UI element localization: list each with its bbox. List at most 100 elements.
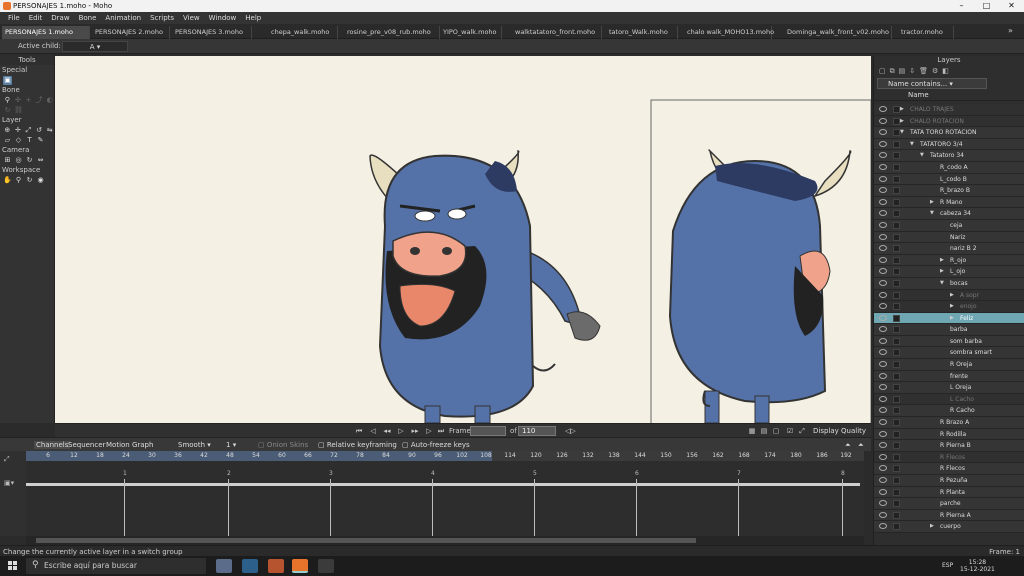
scroll-thumb[interactable] (36, 538, 696, 543)
taskbar-app-icon[interactable] (242, 559, 258, 573)
layer-row[interactable]: ▶ Feliz (874, 312, 1024, 325)
shear-layer-icon[interactable]: ▱ (3, 136, 12, 145)
layer-row[interactable]: ▶ CHALO ROTACION (874, 115, 1024, 128)
tab-document[interactable]: tatoro_Walk.moho (606, 26, 678, 39)
layer-checkbox[interactable] (893, 187, 900, 195)
layer-row[interactable]: R Oreja (874, 359, 1024, 371)
layer-row[interactable]: R Pezuña (874, 475, 1024, 487)
layer-checkbox[interactable] (893, 361, 900, 369)
layer-checkbox[interactable] (893, 453, 900, 461)
set-origin-icon[interactable]: ⊕ (3, 126, 12, 135)
moho-taskbar-icon[interactable] (292, 559, 308, 573)
delete-layer-icon[interactable]: 🗑 (919, 67, 928, 75)
layer-checkbox[interactable] (893, 256, 900, 264)
layer-row[interactable]: R Rodilla (874, 428, 1024, 441)
layer-checkbox[interactable] (893, 303, 900, 311)
layer-checkbox[interactable] (893, 117, 900, 125)
layer-row[interactable]: som barba (874, 335, 1024, 348)
layer-row[interactable]: barba (874, 324, 1024, 336)
visibility-eye-icon[interactable] (879, 245, 887, 252)
expand-triangle-icon[interactable]: ▶ (930, 197, 934, 208)
menu-edit[interactable]: Edit (29, 14, 43, 22)
rotate-layer-icon[interactable]: ↺ (35, 126, 44, 135)
expand-triangle-icon[interactable]: ▶ (950, 313, 954, 324)
layer-row[interactable]: ▶ cuerpo (874, 521, 1024, 533)
layer-checkbox[interactable] (893, 465, 900, 473)
layer-checkbox[interactable] (893, 488, 900, 496)
clock[interactable]: 15:28 15-12-2021 (960, 559, 995, 573)
visibility-eye-icon[interactable] (879, 326, 887, 333)
frame-input[interactable] (470, 426, 506, 436)
menu-scripts[interactable]: Scripts (150, 14, 174, 22)
tab-document[interactable]: rosine_pre_v08_rub.moho (344, 26, 440, 39)
layer-row[interactable]: R Brazo A (874, 417, 1024, 429)
layer-filter-select[interactable]: Name contains... ▾ (877, 78, 987, 89)
expand-triangle-icon[interactable]: ▶ (940, 266, 944, 277)
visibility-eye-icon[interactable] (879, 477, 887, 483)
layer-row[interactable]: ▶ R_ojo (874, 254, 1024, 267)
transform-bone-icon[interactable]: ✣ (14, 96, 23, 105)
perspective-icon[interactable]: ◇ (14, 136, 23, 145)
menu-window[interactable]: Window (209, 14, 237, 22)
loop-icon[interactable]: ◁▷ (565, 426, 576, 436)
menu-bone[interactable]: Bone (79, 14, 97, 22)
layer-row[interactable]: L Cacho (874, 393, 1024, 406)
visibility-eye-icon[interactable] (879, 361, 887, 368)
active-child-select[interactable]: A ▾ (62, 41, 128, 52)
visibility-eye-icon[interactable] (879, 407, 887, 414)
visibility-eye-icon[interactable] (879, 465, 887, 472)
layer-row[interactable]: ▼ bocas (874, 277, 1024, 290)
tab-document[interactable]: walktatatoro_front.moho (512, 26, 602, 39)
visibility-eye-icon[interactable] (879, 279, 887, 286)
translate-layer-icon[interactable]: ✛ (14, 126, 23, 135)
rotate-workspace-icon[interactable]: ↻ (25, 176, 34, 185)
layer-row[interactable]: ▼ Tatatoro 34 (874, 150, 1024, 162)
bind-layer-icon[interactable]: ⛓ (14, 106, 23, 115)
taskbar-app-icon[interactable] (268, 559, 284, 573)
tab-document[interactable]: Dominga_walk_front_v02.moho (784, 26, 892, 39)
timeline-ruler[interactable]: 6 12 18 24 30 36 42 48 54 60 66 72 78 84… (26, 451, 864, 461)
scale-layer-icon[interactable]: ⤢ (24, 126, 33, 135)
visibility-eye-icon[interactable] (879, 175, 887, 182)
tab-channels[interactable]: Channels (34, 441, 71, 449)
text-tool-icon[interactable]: T (25, 136, 34, 145)
visibility-eye-icon[interactable] (879, 221, 887, 228)
layer-checkbox[interactable] (893, 372, 900, 380)
collapse-triangle-icon[interactable]: ▼ (920, 150, 924, 161)
layer-checkbox[interactable] (893, 245, 900, 253)
layer-checkbox[interactable] (893, 477, 900, 484)
tab-sequencer[interactable]: Sequencer (68, 441, 105, 449)
visibility-eye-icon[interactable] (879, 511, 887, 518)
layer-row[interactable]: frente (874, 370, 1024, 383)
close-button[interactable]: ✕ (999, 0, 1024, 12)
layer-checkbox[interactable] (893, 337, 900, 345)
expand-triangle-icon[interactable]: ▶ (900, 104, 904, 115)
layer-properties-icon[interactable]: ◧ (942, 67, 949, 75)
add-bone-icon[interactable]: + (24, 96, 33, 105)
flip-layer-icon[interactable]: ⇋ (45, 126, 54, 135)
visibility-eye-icon[interactable] (879, 152, 887, 159)
interpolation-select[interactable]: Smooth ▾ (178, 441, 211, 449)
timeline-tracks[interactable]: 1 2 3 4 5 6 7 8 (26, 461, 864, 536)
taskbar-search-input[interactable]: Escribe aquí para buscar (26, 558, 206, 574)
maximize-button[interactable]: □ (974, 0, 999, 12)
taskbar-app-icon[interactable] (216, 559, 232, 573)
layout-icon[interactable]: ▤ (759, 426, 769, 436)
menu-view[interactable]: View (183, 14, 200, 22)
timeline-scrollbar[interactable] (26, 536, 864, 545)
end-frame-input[interactable]: 110 (518, 426, 556, 436)
visibility-eye-icon[interactable] (879, 233, 887, 240)
more-tabs-icon[interactable]: » (1008, 26, 1013, 35)
orbit-icon[interactable]: ◉ (36, 176, 45, 185)
eyedropper-icon[interactable]: ✎ (36, 136, 45, 145)
layer-checkbox[interactable] (893, 163, 900, 171)
layer-checkbox[interactable] (893, 314, 900, 322)
layer-row[interactable]: R Flecos (874, 463, 1024, 475)
switch-tool-icon[interactable]: ▣ (3, 75, 12, 85)
interval-select[interactable]: 1 ▾ (226, 441, 236, 449)
collapse-triangle-icon[interactable]: ▼ (930, 208, 934, 219)
layer-checkbox[interactable] (893, 106, 900, 113)
layer-row[interactable]: ▶ A sopr (874, 289, 1024, 302)
expand-triangle-icon[interactable]: ▶ (950, 290, 954, 301)
check-icon[interactable]: ☑ (785, 426, 795, 436)
